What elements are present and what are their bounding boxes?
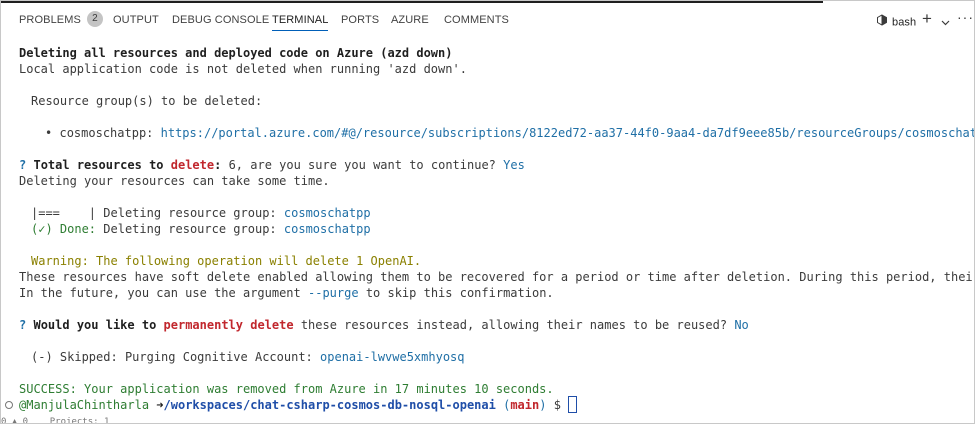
- terminal-panel: PROBLEMS 2 OUTPUT DEBUG CONSOLE TERMINAL …: [0, 0, 975, 424]
- status-circle-icon: [5, 401, 13, 409]
- prompt-user: @ManjulaChintharla: [19, 398, 150, 412]
- terminal-line-done: (✓) Done: Deleting resource group: cosmo…: [31, 221, 371, 237]
- terminal-line-rg-header: Resource group(s) to be deleted:: [31, 94, 263, 108]
- tab-ports[interactable]: PORTS: [341, 3, 379, 37]
- terminal-line-soft-delete: These resources have soft delete enabled…: [19, 270, 975, 284]
- terminal-line-note: Local application code is not deleted wh…: [19, 62, 467, 76]
- tab-comments[interactable]: COMMENTS: [444, 3, 509, 37]
- confirm-text-a: Total resources to: [33, 158, 164, 172]
- rg-name: cosmoschatpp:: [59, 126, 154, 140]
- skipped-text: Purging Cognitive Account:: [124, 350, 313, 364]
- done-text: Deleting resource group:: [103, 222, 277, 236]
- tab-azure-label: AZURE: [391, 14, 429, 26]
- terminal-shell-icon: [876, 14, 888, 29]
- shell-selector[interactable]: bash: [876, 14, 917, 30]
- portal-link[interactable]: https://portal.azure.com/#@/resource/sub…: [161, 126, 974, 140]
- permanent-answer: No: [734, 318, 749, 332]
- terminal-line-skipped: (-) Skipped: Purging Cognitive Account: …: [31, 349, 465, 365]
- terminal-line-rg-item: • cosmoschatpp: https://portal.azure.com…: [45, 125, 974, 141]
- confirm-answer: Yes: [503, 158, 525, 172]
- status-bar-fragment: 0 ▲ 0 Projects: 1: [1, 417, 110, 424]
- question-mark-2: ?: [19, 318, 27, 332]
- terminal-line-confirm: ? Total resources to delete: 6, are you …: [19, 157, 525, 173]
- terminal-line-warning: Warning: The following operation will de…: [31, 254, 422, 268]
- purge-hint-b: to skip this confirmation.: [365, 286, 554, 300]
- tab-azure[interactable]: AZURE: [391, 3, 429, 37]
- prompt-branch: main: [510, 398, 540, 412]
- terminal-line-wait: Deleting your resources can take some ti…: [19, 174, 330, 188]
- tab-output-label: OUTPUT: [113, 14, 159, 26]
- terminal-line-purge-hint: In the future, you can use the argument …: [19, 285, 554, 301]
- done-label: (✓) Done:: [31, 222, 97, 236]
- chevron-down-icon[interactable]: [941, 17, 950, 29]
- terminal-line-progress: |=== | Deleting resource group: cosmosch…: [31, 205, 371, 221]
- purge-hint-a: In the future, you can use the argument: [19, 286, 301, 300]
- problems-count-badge: 2: [86, 11, 103, 28]
- tab-output[interactable]: OUTPUT: [113, 3, 159, 37]
- terminal-line-heading: Deleting all resources and deployed code…: [19, 46, 453, 60]
- prompt-arrow-icon: ➜: [156, 398, 164, 412]
- more-actions-button[interactable]: ···: [957, 10, 974, 24]
- permanent-text-b: these resources instead, allowing their …: [300, 318, 728, 332]
- progress-bar-text: |=== |: [31, 206, 97, 220]
- bullet: •: [45, 126, 53, 140]
- terminal-cursor: [568, 396, 578, 413]
- prompt-branch-close: ): [539, 398, 547, 412]
- tab-problems[interactable]: PROBLEMS 2: [19, 3, 103, 37]
- skipped-account: openai-lwvwe5xmhyosq: [320, 350, 465, 364]
- confirm-colon: :: [214, 158, 222, 172]
- tab-terminal[interactable]: TERMINAL: [272, 3, 329, 37]
- prompt-path: /workspaces/chat-csharp-cosmos-db-nosql-…: [163, 398, 496, 412]
- tab-problems-label: PROBLEMS: [19, 14, 81, 26]
- tab-debug-console-label: DEBUG CONSOLE: [172, 14, 270, 26]
- terminal-line-success: SUCCESS: Your application was removed fr…: [19, 382, 554, 396]
- permanent-text-a: Would you like to: [33, 318, 157, 332]
- tab-comments-label: COMMENTS: [444, 14, 509, 26]
- terminal-prompt[interactable]: @ManjulaChintharla ➜/workspaces/chat-csh…: [19, 396, 578, 413]
- delete-word: delete: [170, 158, 215, 172]
- confirm-text-c: 6, are you sure you want to continue?: [228, 158, 496, 172]
- permanent-delete-word: permanently delete: [163, 318, 294, 332]
- tab-ports-label: PORTS: [341, 14, 380, 26]
- skipped-label: (-) Skipped:: [31, 350, 118, 364]
- question-mark: ?: [19, 158, 27, 172]
- progress-rg: cosmoschatpp: [283, 206, 371, 220]
- purge-flag: --purge: [308, 286, 359, 300]
- prompt-sign: $: [553, 398, 561, 412]
- shell-name-label: bash: [892, 16, 917, 29]
- tab-debug-console[interactable]: DEBUG CONSOLE: [172, 3, 269, 37]
- tab-terminal-label: TERMINAL: [272, 14, 329, 26]
- done-rg: cosmoschatpp: [283, 222, 371, 236]
- progress-text: Deleting resource group:: [103, 206, 277, 220]
- terminal-line-permanent-question: ? Would you like to permanently delete t…: [19, 317, 749, 333]
- panel-tab-bar: PROBLEMS 2 OUTPUT DEBUG CONSOLE TERMINAL …: [1, 3, 974, 37]
- new-terminal-button[interactable]: +: [922, 10, 932, 28]
